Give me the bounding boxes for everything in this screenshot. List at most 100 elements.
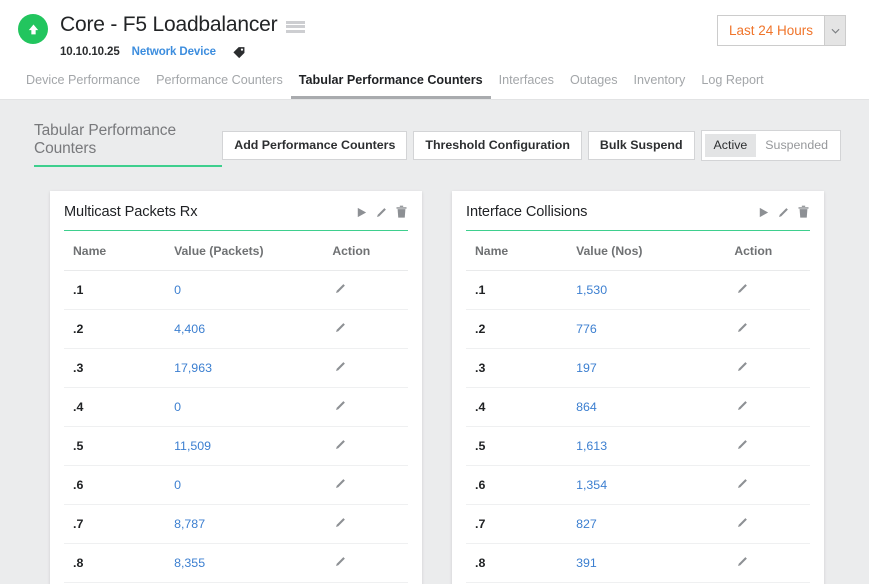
- row-pencil-icon[interactable]: [332, 516, 347, 529]
- cell-value: 864: [576, 388, 734, 427]
- cell-value: 0: [174, 271, 332, 310]
- row-pencil-icon[interactable]: [734, 321, 749, 334]
- tab-log-report[interactable]: Log Report: [693, 72, 771, 99]
- cell-value: 17,963: [174, 349, 332, 388]
- device-type-link[interactable]: Network Device: [132, 46, 216, 58]
- counter-card-multicast-packets-rx: Multicast Packets Rx: [50, 191, 422, 584]
- cell-name: .1: [64, 271, 174, 310]
- value-link[interactable]: 1,354: [576, 478, 607, 492]
- row-pencil-icon[interactable]: [332, 321, 347, 334]
- cell-value: 8,355: [174, 544, 332, 583]
- app-root: Core - F5 Loadbalancer 10.10.10.25 Netwo…: [0, 0, 869, 584]
- value-link[interactable]: 1,613: [576, 439, 607, 453]
- trash-icon[interactable]: [395, 205, 408, 219]
- row-pencil-icon[interactable]: [734, 555, 749, 568]
- device-text-block: Core - F5 Loadbalancer 10.10.10.25 Netwo…: [60, 12, 305, 59]
- table-head: Name Value (Nos) Action: [466, 231, 810, 271]
- threshold-configuration-button[interactable]: Threshold Configuration: [413, 131, 582, 160]
- pencil-icon[interactable]: [375, 206, 388, 219]
- value-link[interactable]: 8,787: [174, 517, 205, 531]
- row-pencil-icon[interactable]: [332, 282, 347, 295]
- value-link[interactable]: 17,963: [174, 361, 212, 375]
- value-link[interactable]: 4,406: [174, 322, 205, 336]
- value-link[interactable]: 827: [576, 517, 597, 531]
- table-row: .6 0: [64, 466, 408, 505]
- section-underline: [34, 165, 222, 167]
- table-row: .8 391: [466, 544, 810, 583]
- table-row: .4 0: [64, 388, 408, 427]
- tab-inventory[interactable]: Inventory: [626, 72, 694, 99]
- add-performance-counters-button[interactable]: Add Performance Counters: [222, 131, 407, 160]
- cell-action: [332, 427, 408, 466]
- tab-tabular-performance-counters[interactable]: Tabular Performance Counters: [291, 72, 491, 99]
- cell-name: .3: [466, 349, 576, 388]
- cell-action: [734, 466, 810, 505]
- card-header: Multicast Packets Rx: [64, 191, 408, 231]
- value-link[interactable]: 11,509: [174, 439, 211, 453]
- value-link[interactable]: 0: [174, 400, 181, 414]
- time-range-dropdown[interactable]: Last 24 Hours: [717, 15, 846, 46]
- tab-interfaces[interactable]: Interfaces: [491, 72, 562, 99]
- column-header-action: Action: [332, 231, 408, 271]
- row-pencil-icon[interactable]: [734, 438, 749, 451]
- table-row: .1 1,530: [466, 271, 810, 310]
- cell-name: .1: [466, 271, 576, 310]
- section-toolbar: Tabular Performance Counters Add Perform…: [0, 100, 869, 167]
- card-actions: [757, 205, 810, 219]
- cell-action: [734, 349, 810, 388]
- device-meta-row: 10.10.10.25 Network Device: [60, 45, 305, 59]
- value-link[interactable]: 0: [174, 478, 181, 492]
- cell-value: 0: [174, 466, 332, 505]
- column-header-name: Name: [466, 231, 576, 271]
- cell-action: [734, 427, 810, 466]
- row-pencil-icon[interactable]: [332, 360, 347, 373]
- value-link[interactable]: 197: [576, 361, 597, 375]
- tag-icon[interactable]: [232, 45, 246, 59]
- bulk-suspend-button[interactable]: Bulk Suspend: [588, 131, 695, 160]
- row-pencil-icon[interactable]: [734, 360, 749, 373]
- section-title: Tabular Performance Counters: [34, 122, 222, 158]
- cell-action: [332, 388, 408, 427]
- table-row: .2 776: [466, 310, 810, 349]
- pencil-icon[interactable]: [777, 206, 790, 219]
- value-link[interactable]: 0: [174, 283, 181, 297]
- tab-performance-counters[interactable]: Performance Counters: [148, 72, 291, 99]
- play-icon[interactable]: [757, 206, 770, 219]
- value-link[interactable]: 8,355: [174, 556, 205, 570]
- row-pencil-icon[interactable]: [734, 477, 749, 490]
- cell-name: .4: [64, 388, 174, 427]
- value-link[interactable]: 391: [576, 556, 597, 570]
- value-link[interactable]: 776: [576, 322, 597, 336]
- tab-device-performance[interactable]: Device Performance: [18, 72, 148, 99]
- chevron-down-icon[interactable]: [824, 16, 845, 45]
- table-row: .2 4,406: [64, 310, 408, 349]
- card-title: Multicast Packets Rx: [64, 204, 197, 220]
- segment-active[interactable]: Active: [705, 134, 757, 157]
- card-header: Interface Collisions: [466, 191, 810, 231]
- trash-icon[interactable]: [797, 205, 810, 219]
- tab-outages[interactable]: Outages: [562, 72, 626, 99]
- cell-value: 8,787: [174, 505, 332, 544]
- value-link[interactable]: 1,530: [576, 283, 607, 297]
- row-pencil-icon[interactable]: [332, 555, 347, 568]
- cell-name: .5: [466, 427, 576, 466]
- cell-name: .7: [64, 505, 174, 544]
- cell-name: .3: [64, 349, 174, 388]
- table-row: .3 17,963: [64, 349, 408, 388]
- hamburger-icon[interactable]: [286, 18, 305, 33]
- row-pencil-icon[interactable]: [332, 438, 347, 451]
- table-row: .1 0: [64, 271, 408, 310]
- cell-value: 827: [576, 505, 734, 544]
- row-pencil-icon[interactable]: [734, 282, 749, 295]
- segment-suspended[interactable]: Suspended: [756, 134, 837, 157]
- cell-name: .6: [466, 466, 576, 505]
- row-pencil-icon[interactable]: [332, 399, 347, 412]
- play-icon[interactable]: [355, 206, 368, 219]
- row-pencil-icon[interactable]: [734, 516, 749, 529]
- cell-name: .8: [64, 544, 174, 583]
- row-pencil-icon[interactable]: [734, 399, 749, 412]
- value-link[interactable]: 864: [576, 400, 597, 414]
- table-row: .6 1,354: [466, 466, 810, 505]
- row-pencil-icon[interactable]: [332, 477, 347, 490]
- cell-value: 4,406: [174, 310, 332, 349]
